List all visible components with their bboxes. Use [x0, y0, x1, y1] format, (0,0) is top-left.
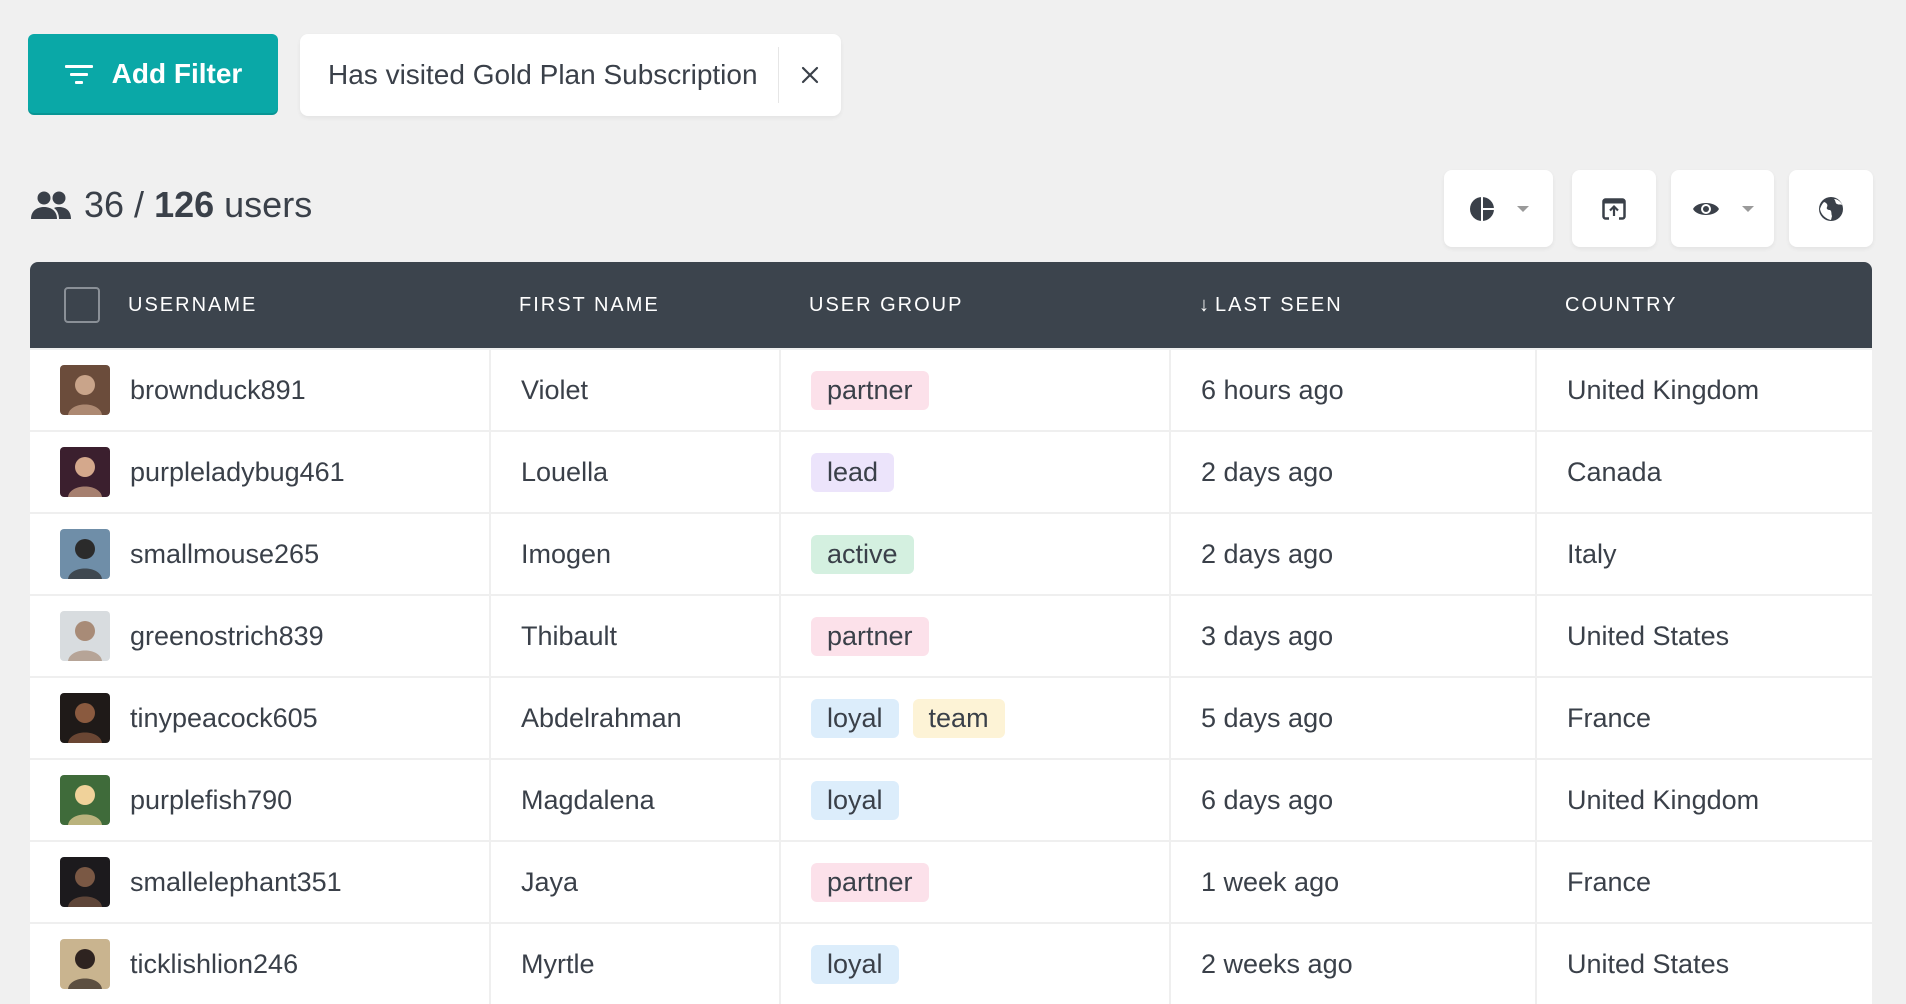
user-group-tag: loyal [811, 780, 899, 820]
globe-button[interactable] [1789, 170, 1873, 247]
country: Italy [1567, 538, 1617, 569]
select-all-checkbox[interactable] [64, 287, 100, 323]
table-row[interactable]: smallelephant351 Jaya partner 1 week ago Fra… [30, 840, 1872, 922]
globe-icon [1819, 196, 1843, 221]
export-button[interactable] [1572, 170, 1656, 247]
table-row[interactable]: brownduck891 Violet partner 6 hours ago Unit… [30, 348, 1872, 430]
table-row[interactable]: ticklishlion246 Myrtle loyal 2 weeks ago Uni… [30, 922, 1872, 1004]
remove-filter-button[interactable] [779, 34, 841, 116]
avatar [60, 447, 110, 497]
table-body: brownduck891 Violet partner 6 hours ago Unit… [30, 348, 1872, 1004]
first-name: Louella [521, 456, 609, 487]
add-filter-button[interactable]: Add Filter [28, 34, 278, 113]
user-group-tag: loyal [811, 698, 899, 738]
table-row[interactable]: tinypeacock605 Abdelrahman loyal team 5 days… [30, 676, 1872, 758]
user-group-tag: lead [811, 452, 895, 492]
avatar [60, 939, 110, 989]
column-header-last-seen[interactable]: LAST SEEN [1215, 294, 1343, 317]
users-table: USERNAME FIRST NAME USER GROUP ↓ LAST SE… [30, 262, 1872, 1004]
country: France [1567, 866, 1652, 897]
export-icon [1602, 197, 1626, 220]
count-unit: users [224, 184, 313, 225]
table-header: USERNAME FIRST NAME USER GROUP ↓ LAST SE… [30, 262, 1872, 348]
pie-chart-icon [1469, 196, 1494, 221]
column-header-username[interactable]: USERNAME [128, 294, 257, 317]
first-name: Abdelrahman [521, 702, 682, 733]
shown-count: 36 [84, 184, 125, 225]
column-header-user-group[interactable]: USER GROUP [809, 294, 963, 317]
username[interactable]: purplefish790 [130, 785, 292, 816]
country: United States [1567, 620, 1730, 651]
sort-descending-icon: ↓ [1199, 293, 1209, 316]
visibility-button[interactable] [1671, 170, 1774, 247]
username[interactable]: brownduck891 [130, 375, 306, 406]
avatar [60, 529, 110, 579]
count-separator: / [124, 184, 155, 225]
last-seen: 2 days ago [1201, 538, 1334, 569]
username[interactable]: greenostrich839 [130, 621, 324, 652]
user-group-tag: partner [811, 616, 929, 656]
last-seen: 2 weeks ago [1201, 948, 1353, 979]
user-group-tag: loyal [811, 944, 899, 984]
avatar [60, 693, 110, 743]
table-row[interactable]: smallmouse265 Imogen active 2 days ago Italy [30, 512, 1872, 594]
country: United States [1567, 948, 1730, 979]
user-group-tag: team [912, 698, 1005, 738]
filter-list-icon [64, 63, 94, 85]
country: France [1567, 702, 1652, 733]
column-header-first-name[interactable]: FIRST NAME [519, 294, 660, 317]
username[interactable]: ticklishlion246 [130, 949, 298, 980]
username[interactable]: tinypeacock605 [130, 703, 318, 734]
segment-chart-button[interactable] [1444, 170, 1553, 247]
eye-icon [1692, 202, 1719, 215]
first-name: Violet [521, 374, 589, 405]
column-header-country[interactable]: COUNTRY [1565, 294, 1678, 317]
last-seen: 2 days ago [1201, 456, 1334, 487]
country: United Kingdom [1567, 374, 1760, 405]
chevron-down-icon [1741, 205, 1754, 212]
username[interactable]: smallmouse265 [130, 539, 319, 570]
total-count: 126 [154, 184, 215, 225]
username[interactable]: purpleladybug461 [130, 457, 345, 488]
country: Canada [1567, 456, 1662, 487]
table-row[interactable]: purplefish790 Magdalena loyal 6 days ago Uni… [30, 758, 1872, 840]
first-name: Jaya [521, 866, 579, 897]
users-icon [31, 191, 71, 219]
last-seen: 6 days ago [1201, 784, 1334, 815]
first-name: Imogen [521, 538, 612, 569]
last-seen: 5 days ago [1201, 702, 1334, 733]
last-seen: 3 days ago [1201, 620, 1334, 651]
user-group-tag: partner [811, 370, 929, 410]
user-group-tag: active [811, 534, 914, 574]
active-filter-label: Has visited Gold Plan Subscription [328, 59, 758, 90]
first-name: Magdalena [521, 784, 655, 815]
avatar [60, 611, 110, 661]
country: United Kingdom [1567, 784, 1760, 815]
username[interactable]: smallelephant351 [130, 867, 342, 898]
avatar [60, 857, 110, 907]
user-count: 36 / 126 users [30, 180, 312, 230]
first-name: Myrtle [521, 948, 595, 979]
active-filter-chip[interactable]: Has visited Gold Plan Subscription [300, 34, 841, 116]
user-group-tag: partner [811, 862, 929, 902]
table-row[interactable]: purpleladybug461 Louella lead 2 days ago Can… [30, 430, 1872, 512]
last-seen: 1 week ago [1201, 866, 1340, 897]
avatar [60, 775, 110, 825]
first-name: Thibault [521, 620, 618, 651]
close-icon [801, 66, 819, 84]
table-row[interactable]: greenostrich839 Thibault partner 3 days ago… [30, 594, 1872, 676]
add-filter-label: Add Filter [111, 57, 243, 89]
chevron-down-icon [1516, 205, 1529, 212]
last-seen: 6 hours ago [1201, 374, 1344, 405]
avatar [60, 365, 110, 415]
